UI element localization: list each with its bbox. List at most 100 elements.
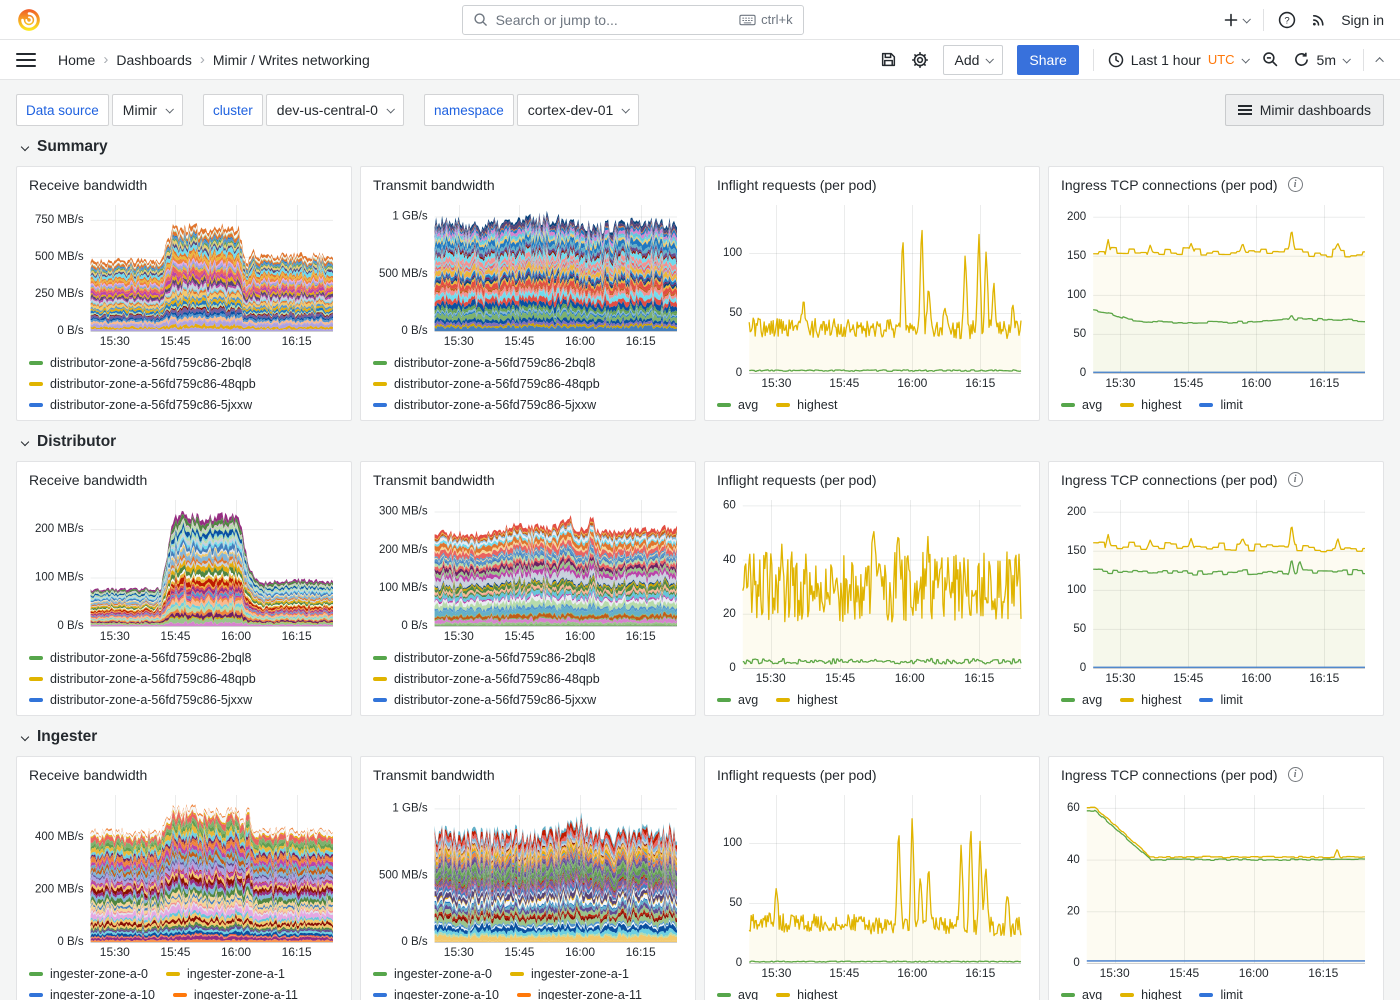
legend-item[interactable]: distributor-zone-a-56fd759c86-5jxxw: [373, 398, 596, 412]
variable-value-dropdown[interactable]: dev-us-central-0: [266, 94, 404, 126]
legend-item[interactable]: highest: [776, 988, 837, 1000]
legend-item[interactable]: ingester-zone-a-1: [166, 967, 285, 981]
panel-title[interactable]: Transmit bandwidth: [373, 767, 495, 783]
panel-title[interactable]: Transmit bandwidth: [373, 472, 495, 488]
legend-item[interactable]: highest: [1120, 988, 1181, 1000]
legend-item[interactable]: distributor-zone-a-56fd759c86-48qpb: [29, 377, 256, 391]
legend-item[interactable]: limit: [1199, 693, 1242, 707]
panel-header: Receive bandwidth: [29, 172, 339, 197]
chart-canvas[interactable]: [373, 492, 683, 644]
zoom-out-time-button[interactable]: [1262, 51, 1279, 68]
legend-item[interactable]: ingester-zone-a-11: [517, 988, 642, 1000]
breadcrumb-current: Mimir / Writes networking: [213, 52, 370, 68]
legend-label: distributor-zone-a-56fd759c86-5jxxw: [50, 693, 252, 707]
legend-item[interactable]: ingester-zone-a-11: [173, 988, 298, 1000]
legend-item[interactable]: ingester-zone-a-0: [29, 967, 148, 981]
save-dashboard-button[interactable]: [880, 51, 897, 68]
panel-title[interactable]: Ingress TCP connections (per pod): [1061, 767, 1278, 783]
refresh-picker[interactable]: 5m: [1293, 51, 1349, 68]
legend-item[interactable]: avg: [717, 693, 758, 707]
legend-item[interactable]: distributor-zone-a-56fd759c86-48qpb: [373, 377, 600, 391]
mimir-dashboards-button[interactable]: Mimir dashboards: [1225, 94, 1384, 126]
info-icon[interactable]: i: [1288, 472, 1303, 487]
chart-canvas[interactable]: [1061, 787, 1371, 981]
variable-value-dropdown[interactable]: Mimir: [112, 94, 183, 126]
panel-title[interactable]: Receive bandwidth: [29, 767, 147, 783]
panel-title[interactable]: Transmit bandwidth: [373, 177, 495, 193]
grafana-logo-icon[interactable]: [16, 7, 42, 33]
breadcrumb-dashboards[interactable]: Dashboards: [116, 52, 192, 68]
panel-title[interactable]: Inflight requests (per pod): [717, 177, 877, 193]
collapse-toolbar-button[interactable]: [1378, 57, 1384, 63]
legend-item[interactable]: highest: [776, 693, 837, 707]
time-range-picker[interactable]: Last 1 hour UTC: [1108, 52, 1248, 68]
chart-canvas[interactable]: [29, 197, 339, 349]
variable-value-dropdown[interactable]: cortex-dev-01: [517, 94, 640, 126]
new-create-button[interactable]: [1223, 12, 1249, 28]
chart-canvas[interactable]: [717, 787, 1027, 981]
legend-swatch: [1061, 403, 1075, 407]
section-header[interactable]: Ingester: [22, 724, 1384, 750]
info-icon[interactable]: i: [1288, 767, 1303, 782]
legend-swatch: [373, 656, 387, 660]
legend-item[interactable]: avg: [1061, 398, 1102, 412]
legend-item[interactable]: highest: [1120, 398, 1181, 412]
clock-icon: [1108, 52, 1124, 68]
legend-item[interactable]: avg: [717, 398, 758, 412]
chevron-down-icon: [386, 105, 394, 113]
panel-title[interactable]: Receive bandwidth: [29, 472, 147, 488]
legend-item[interactable]: avg: [1061, 988, 1102, 1000]
help-button[interactable]: ?: [1278, 11, 1296, 29]
legend-item[interactable]: ingester-zone-a-10: [373, 988, 499, 1000]
menu-toggle-icon[interactable]: [16, 53, 36, 67]
chart-canvas[interactable]: [29, 492, 339, 644]
legend-item[interactable]: avg: [1061, 693, 1102, 707]
info-icon[interactable]: i: [1288, 177, 1303, 192]
panel-title[interactable]: Ingress TCP connections (per pod): [1061, 472, 1278, 488]
panel-title[interactable]: Inflight requests (per pod): [717, 472, 877, 488]
legend-item[interactable]: distributor-zone-a-56fd759c86-5jxxw: [373, 693, 596, 707]
legend-swatch: [717, 403, 731, 407]
sign-in-link[interactable]: Sign in: [1341, 12, 1384, 28]
share-button[interactable]: Share: [1017, 45, 1078, 75]
dashboard-settings-button[interactable]: [911, 51, 929, 69]
legend-item[interactable]: distributor-zone-a-56fd759c86-2bql8: [373, 356, 596, 370]
legend-item[interactable]: avg: [717, 988, 758, 1000]
chart-canvas[interactable]: [717, 492, 1027, 686]
search-box[interactable]: ctrl+k: [462, 5, 804, 35]
chart-canvas[interactable]: [1061, 492, 1371, 686]
legend-item[interactable]: distributor-zone-a-56fd759c86-2bql8: [29, 651, 252, 665]
legend: distributor-zone-a-56fd759c86-2bql8 distr…: [373, 349, 683, 412]
time-range-label: Last 1 hour: [1131, 52, 1201, 68]
news-button[interactable]: [1310, 11, 1327, 28]
section-header[interactable]: Distributor: [22, 429, 1384, 455]
legend-item[interactable]: distributor-zone-a-56fd759c86-2bql8: [29, 356, 252, 370]
search-input[interactable]: [496, 12, 732, 28]
chevron-up-icon: [1375, 57, 1383, 65]
add-button[interactable]: Add: [943, 45, 1003, 75]
chart-canvas[interactable]: [29, 787, 339, 960]
legend-item[interactable]: distributor-zone-a-56fd759c86-2bql8: [373, 651, 596, 665]
legend-item[interactable]: distributor-zone-a-56fd759c86-48qpb: [373, 672, 600, 686]
panel-title[interactable]: Inflight requests (per pod): [717, 767, 877, 783]
legend-item[interactable]: ingester-zone-a-0: [373, 967, 492, 981]
chart-canvas[interactable]: [717, 197, 1027, 391]
legend-item[interactable]: limit: [1199, 988, 1242, 1000]
chart-canvas[interactable]: [373, 787, 683, 960]
chart-canvas[interactable]: [1061, 197, 1371, 391]
panel-title[interactable]: Receive bandwidth: [29, 177, 147, 193]
chevron-down-icon: [21, 438, 29, 446]
legend-item[interactable]: limit: [1199, 398, 1242, 412]
legend-item[interactable]: distributor-zone-a-56fd759c86-48qpb: [29, 672, 256, 686]
breadcrumb-home[interactable]: Home: [58, 52, 95, 68]
legend-item[interactable]: distributor-zone-a-56fd759c86-5jxxw: [29, 693, 252, 707]
chart-canvas[interactable]: [373, 197, 683, 349]
legend-item[interactable]: ingester-zone-a-10: [29, 988, 155, 1000]
legend-item[interactable]: ingester-zone-a-1: [510, 967, 629, 981]
legend-item[interactable]: highest: [1120, 693, 1181, 707]
legend-item[interactable]: distributor-zone-a-56fd759c86-5jxxw: [29, 398, 252, 412]
section-header[interactable]: Summary: [22, 134, 1384, 160]
legend-swatch: [717, 698, 731, 702]
legend-item[interactable]: highest: [776, 398, 837, 412]
panel-title[interactable]: Ingress TCP connections (per pod): [1061, 177, 1278, 193]
